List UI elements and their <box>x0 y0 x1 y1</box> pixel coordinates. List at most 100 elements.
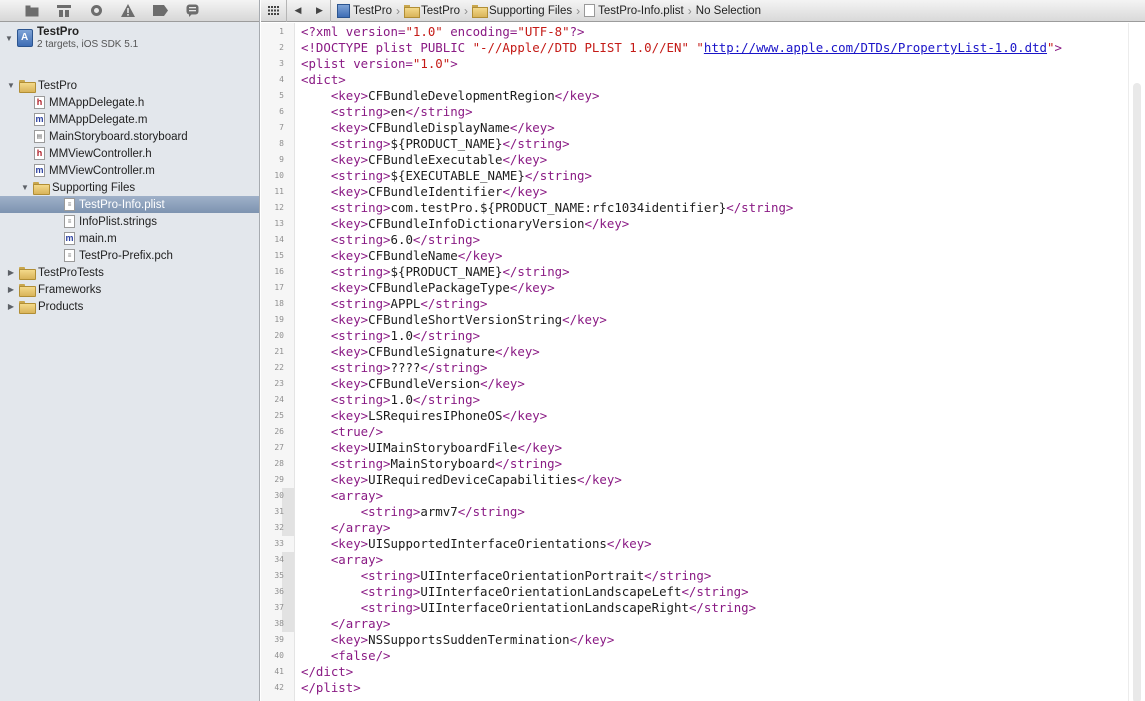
code-line[interactable]: <string>UIInterfaceOrientationPortrait</… <box>301 568 712 584</box>
code-line[interactable]: <array> <box>301 488 383 504</box>
code-line[interactable]: <false/> <box>301 648 391 664</box>
code-line[interactable]: </array> <box>301 520 391 536</box>
related-items-icon[interactable] <box>261 0 287 22</box>
code-line[interactable]: <string>en</string> <box>301 104 473 120</box>
breakpoint-navigator-icon[interactable] <box>144 0 176 22</box>
code-line[interactable]: <dict> <box>301 72 346 88</box>
pch-file-icon: ≡ <box>64 249 75 262</box>
disclosure-closed-icon[interactable]: ▶ <box>6 268 16 278</box>
code-line[interactable]: <key>CFBundleDisplayName</key> <box>301 120 555 136</box>
code-line[interactable]: <?xml version="1.0" encoding="UTF-8"?> <box>301 24 585 40</box>
code-line[interactable]: <key>UIRequiredDeviceCapabilities</key> <box>301 472 622 488</box>
disclosure-open-icon[interactable]: ▼ <box>20 183 30 193</box>
plist-file-icon: ≡ <box>64 198 75 211</box>
code-line[interactable]: <key>CFBundleDevelopmentRegion</key> <box>301 88 600 104</box>
code-line[interactable]: <key>CFBundleExecutable</key> <box>301 152 547 168</box>
line-number: 41 <box>274 667 284 676</box>
disclosure-closed-icon[interactable]: ▶ <box>6 285 16 295</box>
tree-folder-item[interactable]: ▼ Supporting Files <box>0 179 259 196</box>
code-line[interactable]: <string>${EXECUTABLE_NAME}</string> <box>301 168 592 184</box>
breadcrumb-item[interactable]: TestPro › <box>337 0 404 22</box>
project-root-item[interactable]: ▼ TestPro 2 targets, iOS SDK 5.1 <box>0 24 259 52</box>
code-line[interactable]: </plist> <box>301 680 361 696</box>
tree-file-item[interactable]: ≡ InfoPlist.strings <box>0 213 259 230</box>
code-line[interactable]: <key>UISupportedInterfaceOrientations</k… <box>301 536 652 552</box>
line-number: 31 <box>274 507 284 516</box>
code-line[interactable]: <plist version="1.0"> <box>301 56 458 72</box>
tree-folder-item[interactable]: ▼ TestPro <box>0 77 259 94</box>
code-line[interactable]: <key>LSRequiresIPhoneOS</key> <box>301 408 547 424</box>
disclosure-open-icon[interactable]: ▼ <box>4 33 14 43</box>
code-line[interactable]: </dict> <box>301 664 353 680</box>
code-line[interactable]: <key>CFBundleSignature</key> <box>301 344 540 360</box>
breadcrumb-item[interactable]: TestPro-Info.plist › <box>584 0 696 22</box>
back-arrow-icon[interactable]: ◀ <box>287 0 309 22</box>
code-line[interactable]: <string>1.0</string> <box>301 392 480 408</box>
tree-file-item[interactable]: m MMAppDelegate.m <box>0 111 259 128</box>
tree-folder-item[interactable]: ▶ Frameworks <box>0 281 259 298</box>
folder-icon <box>19 267 36 280</box>
line-number: 10 <box>274 171 284 180</box>
tree-folder-item[interactable]: ▶ TestProTests <box>0 264 259 281</box>
tree-file-item[interactable]: m main.m <box>0 230 259 247</box>
line-number: 27 <box>274 443 284 452</box>
code-line[interactable]: <key>NSSupportsSuddenTermination</key> <box>301 632 615 648</box>
line-number: 18 <box>274 299 284 308</box>
disclosure-open-icon[interactable]: ▼ <box>6 81 16 91</box>
code-line[interactable]: <array> <box>301 552 383 568</box>
code-line[interactable]: <!DOCTYPE plist PUBLIC "-//Apple//DTD PL… <box>301 40 1062 56</box>
code-line[interactable]: <key>CFBundleName</key> <box>301 248 503 264</box>
line-number: 15 <box>274 251 284 260</box>
tree-file-item[interactable]: ≡ TestPro-Prefix.pch <box>0 247 259 264</box>
line-number: 11 <box>274 187 284 196</box>
tree-file-item[interactable]: ▤ MainStoryboard.storyboard <box>0 128 259 145</box>
forward-arrow-icon[interactable]: ▶ <box>309 0 331 22</box>
editor-scrollbar[interactable] <box>1128 23 1145 701</box>
code-line[interactable]: <string>${PRODUCT_NAME}</string> <box>301 136 570 152</box>
code-line[interactable]: <string>armv7</string> <box>301 504 525 520</box>
code-line[interactable]: <string>${PRODUCT_NAME}</string> <box>301 264 570 280</box>
code-line[interactable]: <string>1.0</string> <box>301 328 480 344</box>
log-navigator-icon[interactable] <box>176 0 208 22</box>
breadcrumb-item[interactable]: TestPro › <box>404 0 472 22</box>
code-line[interactable]: <key>CFBundleShortVersionString</key> <box>301 312 607 328</box>
tree-file-item[interactable]: h MMAppDelegate.h <box>0 94 259 111</box>
line-number: 35 <box>274 571 284 580</box>
code-line[interactable]: <key>UIMainStoryboardFile</key> <box>301 440 562 456</box>
breadcrumb-item[interactable]: Supporting Files › <box>472 0 584 22</box>
code-line[interactable]: <string>????</string> <box>301 360 488 376</box>
breadcrumb: TestPro › TestPro › Supporting Files › TestPro… <box>337 0 761 22</box>
code-line[interactable]: <string>APPL</string> <box>301 296 488 312</box>
tree-file-item[interactable]: h MMViewController.h <box>0 145 259 162</box>
disclosure-closed-icon[interactable]: ▶ <box>6 302 16 312</box>
code-line[interactable]: </array> <box>301 616 391 632</box>
project-navigator-icon[interactable] <box>16 0 48 22</box>
code-line[interactable]: <string>UIInterfaceOrientationLandscapeR… <box>301 600 756 616</box>
line-number: 28 <box>274 459 284 468</box>
tree-file-item[interactable]: m MMViewController.m <box>0 162 259 179</box>
code-line[interactable]: <true/> <box>301 424 383 440</box>
code-line[interactable]: <string>MainStoryboard</string> <box>301 456 562 472</box>
folder-icon <box>19 80 36 93</box>
scrollbar-thumb[interactable] <box>1133 83 1141 701</box>
breadcrumb-item[interactable]: No Selection <box>696 0 761 22</box>
line-number: 22 <box>274 363 284 372</box>
breadcrumb-label: TestPro <box>353 4 392 17</box>
line-number: 37 <box>274 603 284 612</box>
tree-file-item[interactable]: ≡ TestPro-Info.plist <box>0 196 259 213</box>
issue-navigator-icon[interactable] <box>112 0 144 22</box>
line-number: 17 <box>274 283 284 292</box>
code-line[interactable]: <string>6.0</string> <box>301 232 480 248</box>
code-line[interactable]: <string>UIInterfaceOrientationLandscapeL… <box>301 584 749 600</box>
code-line[interactable]: <key>CFBundlePackageType</key> <box>301 280 555 296</box>
code-line[interactable]: <string>com.testPro.${PRODUCT_NAME:rfc10… <box>301 200 794 216</box>
code-line[interactable]: <key>CFBundleIdentifier</key> <box>301 184 547 200</box>
symbol-navigator-icon[interactable] <box>48 0 80 22</box>
line-number: 39 <box>274 635 284 644</box>
project-icon <box>337 3 350 18</box>
code-line[interactable]: <key>CFBundleVersion</key> <box>301 376 525 392</box>
tree-folder-item[interactable]: ▶ Products <box>0 298 259 315</box>
search-navigator-icon[interactable] <box>80 0 112 22</box>
source-editor[interactable]: <?xml version="1.0" encoding="UTF-8"?> <!… <box>301 23 1121 701</box>
code-line[interactable]: <key>CFBundleInfoDictionaryVersion</key> <box>301 216 629 232</box>
